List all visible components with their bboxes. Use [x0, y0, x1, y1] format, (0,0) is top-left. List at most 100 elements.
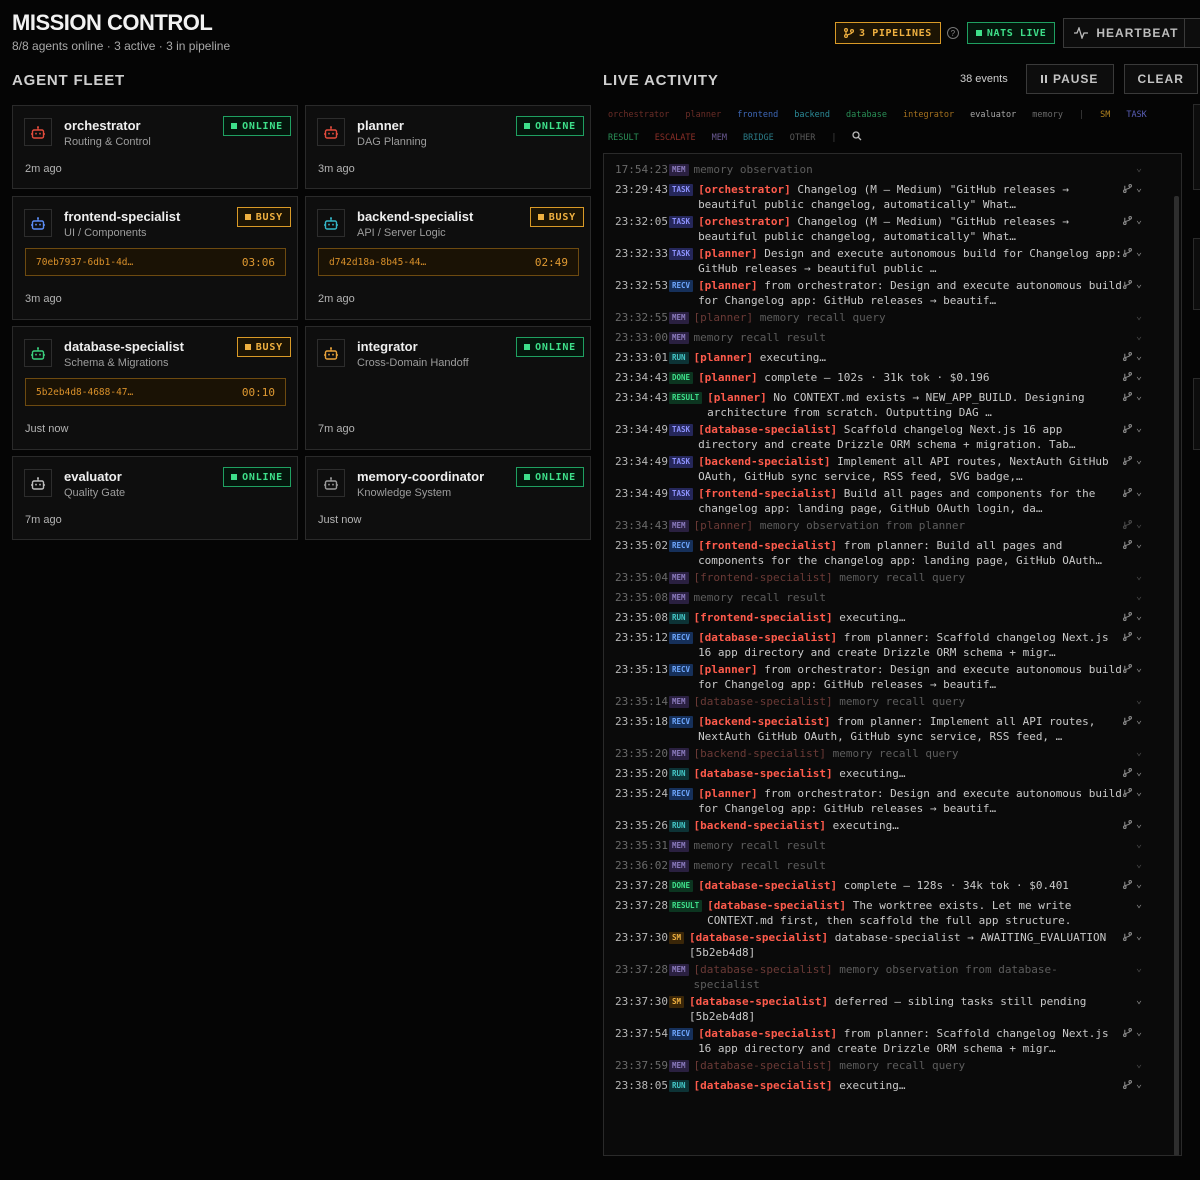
log-row[interactable]: 23:37:54 RECV [database-specialist] from p… [604, 1024, 1164, 1056]
filter-database[interactable]: database [846, 104, 887, 127]
branch-icon[interactable] [1123, 392, 1132, 407]
chevron-down-icon[interactable]: ⌄ [1136, 609, 1142, 624]
branch-icon[interactable] [1123, 520, 1132, 535]
log-row[interactable]: 17:54:23 MEM memory observation ⌄ [604, 160, 1164, 180]
log-row[interactable]: 23:33:01 RUN [planner] executing… ⌄ [604, 348, 1164, 368]
branch-icon[interactable] [1123, 352, 1132, 367]
chevron-down-icon[interactable]: ⌄ [1136, 1057, 1142, 1072]
chevron-down-icon[interactable]: ⌄ [1136, 629, 1142, 644]
log-row[interactable]: 23:35:14 MEM [database-specialist] memory … [604, 692, 1164, 712]
chevron-down-icon[interactable]: ⌄ [1136, 517, 1142, 532]
branch-icon[interactable] [1123, 1028, 1132, 1043]
filter-other[interactable]: OTHER [790, 127, 816, 150]
chevron-down-icon[interactable]: ⌄ [1136, 329, 1142, 344]
filter-escalate[interactable]: ESCALATE [655, 127, 696, 150]
chevron-down-icon[interactable]: ⌄ [1136, 245, 1142, 260]
filter-task[interactable]: TASK [1126, 104, 1146, 127]
branch-icon[interactable] [1123, 932, 1132, 947]
branch-icon[interactable] [1123, 248, 1132, 263]
log-row[interactable]: 23:29:43 TASK [orchestrator] Changelog (M … [604, 180, 1164, 212]
overflow-button[interactable] [1184, 18, 1200, 48]
log-row[interactable]: 23:34:43 DONE [planner] complete — 102s · … [604, 368, 1164, 388]
current-task[interactable]: 5b2eb4d8-4688-47… 00:10 [25, 378, 286, 406]
log-row[interactable]: 23:33:00 MEM memory recall result ⌄ [604, 328, 1164, 348]
chevron-down-icon[interactable]: ⌄ [1136, 897, 1142, 912]
chevron-down-icon[interactable]: ⌄ [1136, 1077, 1142, 1092]
log-row[interactable]: 23:37:28 MEM [database-specialist] memory … [604, 960, 1164, 992]
branch-icon[interactable] [1123, 372, 1132, 387]
chevron-down-icon[interactable]: ⌄ [1136, 369, 1142, 384]
branch-icon[interactable] [1123, 488, 1132, 503]
log-row[interactable]: 23:35:20 MEM [backend-specialist] memory r… [604, 744, 1164, 764]
chevron-down-icon[interactable]: ⌄ [1136, 1025, 1142, 1040]
chevron-down-icon[interactable]: ⌄ [1136, 837, 1142, 852]
agent-card-database-specialist[interactable]: database-specialist Schema & Migrations BU… [12, 326, 298, 450]
agent-card-frontend-specialist[interactable]: frontend-specialist UI / Components BUSY 70… [12, 196, 298, 320]
current-task[interactable]: 70eb7937-6db1-4d… 03:06 [25, 248, 286, 276]
agent-card-backend-specialist[interactable]: backend-specialist API / Server Logic BUSY… [305, 196, 591, 320]
branch-icon[interactable] [1123, 456, 1132, 471]
chevron-down-icon[interactable]: ⌄ [1136, 421, 1142, 436]
log-row[interactable]: 23:34:49 TASK [backend-specialist] Impleme… [604, 452, 1164, 484]
log-row[interactable]: 23:32:05 TASK [orchestrator] Changelog (M … [604, 212, 1164, 244]
log-row[interactable]: 23:37:59 MEM [database-specialist] memory … [604, 1056, 1164, 1076]
branch-icon[interactable] [1123, 632, 1132, 647]
log-row[interactable]: 23:34:43 RESULT [planner] No CONTEXT.md ex… [604, 388, 1164, 420]
chevron-down-icon[interactable]: ⌄ [1136, 349, 1142, 364]
filter-mem[interactable]: MEM [712, 127, 727, 150]
chevron-down-icon[interactable]: ⌄ [1136, 745, 1142, 760]
branch-icon[interactable] [1123, 184, 1132, 199]
log-row[interactable]: 23:35:04 MEM [frontend-specialist] memory … [604, 568, 1164, 588]
chevron-down-icon[interactable]: ⌄ [1136, 993, 1142, 1008]
agent-card-planner[interactable]: planner DAG Planning ONLINE 3m ago [305, 105, 591, 189]
log-row[interactable]: 23:35:31 MEM memory recall result ⌄ [604, 836, 1164, 856]
log-row[interactable]: 23:34:43 MEM [planner] memory observation … [604, 516, 1164, 536]
chevron-down-icon[interactable]: ⌄ [1136, 693, 1142, 708]
log-row[interactable]: 23:35:18 RECV [backend-specialist] from pl… [604, 712, 1164, 744]
chevron-down-icon[interactable]: ⌄ [1136, 389, 1142, 404]
filter-integrator[interactable]: integrator [903, 104, 954, 127]
branch-icon[interactable] [1123, 664, 1132, 679]
log-row[interactable]: 23:32:53 RECV [planner] from orchestrator:… [604, 276, 1164, 308]
filter-frontend[interactable]: frontend [737, 104, 778, 127]
branch-icon[interactable] [1123, 1080, 1132, 1095]
chevron-down-icon[interactable]: ⌄ [1136, 817, 1142, 832]
filter-planner[interactable]: planner [685, 104, 721, 127]
agent-card-integrator[interactable]: integrator Cross-Domain Handoff ONLINE 7m a… [305, 326, 591, 450]
chevron-down-icon[interactable]: ⌄ [1136, 277, 1142, 292]
heartbeat-button[interactable]: HEARTBEAT [1063, 18, 1190, 48]
help-icon[interactable]: ? [946, 27, 959, 39]
log-row[interactable]: 23:35:13 RECV [planner] from orchestrator:… [604, 660, 1164, 692]
log-row[interactable]: 23:38:05 RUN [database-specialist] executi… [604, 1076, 1164, 1096]
log-row[interactable]: 23:35:08 RUN [frontend-specialist] executi… [604, 608, 1164, 628]
chevron-down-icon[interactable]: ⌄ [1136, 453, 1142, 468]
branch-icon[interactable] [1123, 768, 1132, 783]
branch-icon[interactable] [1123, 788, 1132, 803]
filter-result[interactable]: RESULT [608, 127, 639, 150]
search-icon[interactable] [852, 127, 862, 150]
chevron-down-icon[interactable]: ⌄ [1136, 485, 1142, 500]
chevron-down-icon[interactable]: ⌄ [1136, 713, 1142, 728]
chevron-down-icon[interactable]: ⌄ [1136, 857, 1142, 872]
log-row[interactable]: 23:35:02 RECV [frontend-specialist] from p… [604, 536, 1164, 568]
agent-card-evaluator[interactable]: evaluator Quality Gate ONLINE 7m ago [12, 456, 298, 540]
branch-icon[interactable] [1123, 612, 1132, 627]
branch-icon[interactable] [1123, 716, 1132, 731]
chevron-down-icon[interactable]: ⌄ [1136, 765, 1142, 780]
filter-memory[interactable]: memory [1032, 104, 1063, 127]
clear-button[interactable]: CLEAR [1123, 64, 1198, 94]
log-row[interactable]: 23:32:55 MEM [planner] memory recall query… [604, 308, 1164, 328]
branch-icon[interactable] [1123, 424, 1132, 439]
chevron-down-icon[interactable]: ⌄ [1136, 661, 1142, 676]
agent-card-orchestrator[interactable]: orchestrator Routing & Control ONLINE 2m ag… [12, 105, 298, 189]
branch-icon[interactable] [1123, 820, 1132, 835]
chevron-down-icon[interactable]: ⌄ [1136, 161, 1142, 176]
branch-icon[interactable] [1123, 280, 1132, 295]
log-row[interactable]: 23:32:33 TASK [planner] Design and execute… [604, 244, 1164, 276]
log-row[interactable]: 23:35:20 RUN [database-specialist] executi… [604, 764, 1164, 784]
log-row[interactable]: 23:34:49 TASK [frontend-specialist] Build … [604, 484, 1164, 516]
chevron-down-icon[interactable]: ⌄ [1136, 569, 1142, 584]
activity-log[interactable]: 17:54:23 MEM memory observation ⌄ 23:29:43 TA… [603, 153, 1182, 1156]
chevron-down-icon[interactable]: ⌄ [1136, 213, 1142, 228]
chevron-down-icon[interactable]: ⌄ [1136, 589, 1142, 604]
